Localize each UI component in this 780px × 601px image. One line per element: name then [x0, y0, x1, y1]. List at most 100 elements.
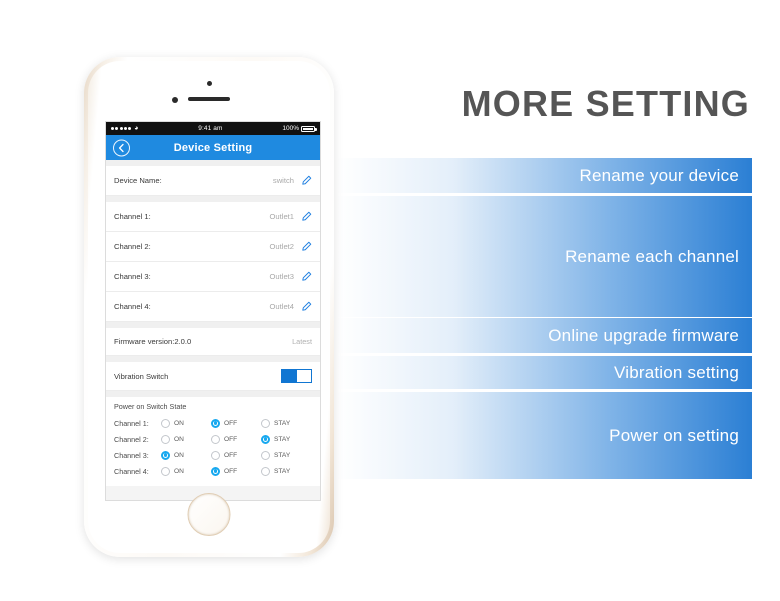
row-label: Channel 1: [114, 212, 151, 221]
row-channel-1[interactable]: Channel 1: Outlet1 [106, 202, 320, 232]
radio-label: STAY [274, 467, 291, 475]
firmware-label: Firmware version:2.0.0 [114, 337, 192, 346]
power-channel-label: Channel 3: [114, 450, 149, 460]
navigation-bar: Device Setting [106, 135, 320, 160]
signal-strength-icon [111, 127, 132, 130]
row-label: Channel 2: [114, 242, 151, 251]
headline-title: MORE SETTING [461, 83, 750, 124]
radio-icon[interactable] [261, 434, 270, 444]
row-label: Channel 4: [114, 302, 151, 311]
status-bar-time: 9:41 am [198, 125, 223, 132]
radio-label: STAY [274, 435, 291, 443]
row-vibration-switch[interactable]: Vibration Switch [106, 362, 320, 391]
status-bar-right: 100% [282, 125, 317, 132]
radio-icon[interactable] [161, 466, 170, 476]
row-channel-2[interactable]: Channel 2: Outlet2 [106, 232, 320, 262]
radio-label: STAY [274, 451, 291, 459]
battery-percent-label: 100% [282, 125, 299, 132]
row-label: Device Name: [114, 176, 162, 185]
radio-option-stay[interactable]: STAY [261, 418, 311, 428]
banner-label: Rename each channel [565, 246, 739, 266]
battery-icon [301, 125, 317, 132]
power-row-channel-4: Channel 4: ON OFF STAY [114, 463, 312, 479]
power-channel-label: Channel 2: [114, 434, 149, 444]
radio-option-off[interactable]: OFF [211, 434, 261, 444]
power-channel-label: Channel 1: [114, 418, 149, 428]
phone-screen: ◕ 9:41 am 100% Device Setting Device Nam… [105, 121, 321, 501]
settings-list: Device Name: switch Channel 1: Outlet1 C… [106, 160, 320, 500]
radio-option-stay[interactable]: STAY [261, 450, 311, 460]
pencil-icon[interactable] [301, 301, 312, 312]
radio-label: OFF [224, 419, 238, 427]
radio-icon[interactable] [211, 418, 220, 428]
phone-body: ◕ 9:41 am 100% Device Setting Device Nam… [84, 57, 334, 557]
radio-icon[interactable] [261, 418, 270, 428]
vibration-toggle[interactable] [281, 369, 312, 383]
chevron-left-icon [118, 143, 124, 152]
pencil-icon[interactable] [301, 241, 312, 252]
page-title: Device Setting [173, 141, 253, 154]
row-channel-4[interactable]: Channel 4: Outlet4 [106, 292, 320, 322]
row-value: Outlet2 [269, 242, 294, 251]
radio-label: ON [174, 467, 184, 475]
row-value: Outlet1 [269, 212, 294, 221]
status-bar: ◕ 9:41 am 100% [106, 122, 320, 135]
radio-icon[interactable] [161, 418, 170, 428]
firmware-status: Latest [292, 337, 312, 346]
home-button[interactable] [187, 493, 231, 536]
radio-option-stay[interactable]: STAY [261, 434, 311, 444]
radio-option-off[interactable]: OFF [211, 450, 261, 460]
radio-icon[interactable] [161, 434, 170, 444]
row-device-name[interactable]: Device Name: switch [106, 166, 320, 196]
power-row-channel-3: Channel 3: ON OFF STAY [114, 447, 312, 463]
power-channel-label: Channel 4: [114, 466, 149, 476]
toggle-fill [282, 370, 298, 382]
row-value: Outlet3 [269, 272, 294, 281]
vibration-label: Vibration Switch [114, 371, 169, 381]
banner-rename-device: Rename your device [337, 158, 752, 193]
phone-mockup: ◕ 9:41 am 100% Device Setting Device Nam… [84, 57, 334, 557]
radio-icon[interactable] [211, 434, 220, 444]
banner-vibration-setting: Vibration setting [337, 356, 752, 389]
banner-online-upgrade-firmware: Online upgrade firmware [337, 318, 752, 353]
pencil-icon[interactable] [301, 211, 312, 222]
radio-icon[interactable] [211, 450, 220, 460]
radio-option-on[interactable]: ON [161, 418, 211, 428]
radio-icon[interactable] [261, 450, 270, 460]
row-value: Outlet4 [269, 302, 294, 311]
phone-face: ◕ 9:41 am 100% Device Setting Device Nam… [88, 61, 330, 553]
power-row-channel-1: Channel 1: ON OFF STAY [114, 415, 312, 431]
pencil-icon[interactable] [301, 271, 312, 282]
row-channel-3[interactable]: Channel 3: Outlet3 [106, 262, 320, 292]
power-on-switch-state-block: Power on Switch State Channel 1: ON OFF [106, 397, 320, 486]
radio-option-on[interactable]: ON [161, 434, 211, 444]
radio-option-off[interactable]: OFF [211, 466, 261, 476]
radio-label: ON [174, 419, 184, 427]
banner-label: Vibration setting [614, 362, 739, 382]
banner-label: Rename your device [579, 165, 739, 185]
row-firmware-version[interactable]: Firmware version:2.0.0 Latest [106, 328, 320, 356]
power-row-channel-2: Channel 2: ON OFF STAY [114, 431, 312, 447]
banner-rename-channel: Rename each channel [337, 196, 752, 317]
banner-label: Online upgrade firmware [548, 325, 739, 345]
radio-label: ON [174, 435, 184, 443]
radio-label: ON [174, 451, 184, 459]
radio-option-stay[interactable]: STAY [261, 466, 311, 476]
banner-power-on-setting: Power on setting [337, 392, 752, 479]
status-bar-left: ◕ [111, 125, 138, 132]
radio-icon[interactable] [211, 466, 220, 476]
radio-label: OFF [224, 451, 238, 459]
radio-option-on[interactable]: ON [161, 466, 211, 476]
pencil-icon[interactable] [301, 175, 312, 186]
radio-option-on[interactable]: ON [161, 450, 211, 460]
radio-icon[interactable] [261, 466, 270, 476]
radio-icon[interactable] [161, 450, 170, 460]
power-on-title: Power on Switch State [114, 402, 187, 411]
back-button[interactable] [113, 139, 130, 156]
radio-label: OFF [224, 435, 238, 443]
radio-label: OFF [224, 467, 238, 475]
radio-label: STAY [274, 419, 291, 427]
row-value: switch [272, 176, 294, 185]
row-label: Channel 3: [114, 272, 151, 281]
radio-option-off[interactable]: OFF [211, 418, 261, 428]
